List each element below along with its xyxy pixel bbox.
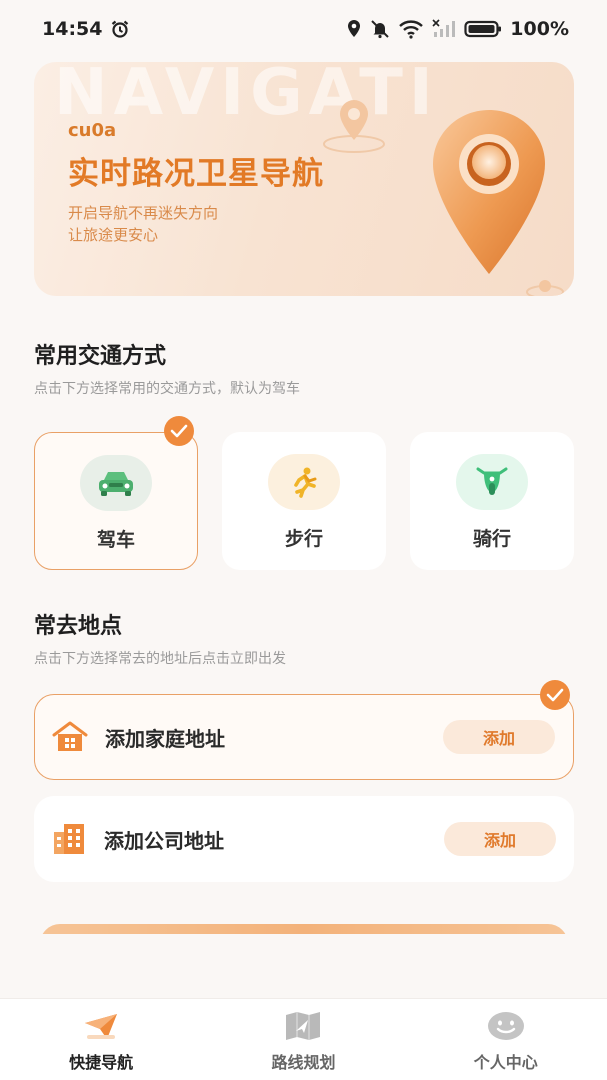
walk-icon-circle xyxy=(268,454,340,510)
tab-label: 个人中心 xyxy=(473,1053,538,1072)
map-route-icon xyxy=(283,1009,323,1043)
smiley-profile-icon xyxy=(486,1009,526,1043)
status-time: 14:54 xyxy=(42,18,103,40)
scooter-icon-circle xyxy=(456,454,528,510)
banner-subtitle: 开启导航不再迷失方向 让旅途更安心 xyxy=(68,202,218,246)
tab-route-planning[interactable]: 路线规划 xyxy=(213,999,393,1073)
transport-mode-drive[interactable]: 驾车 xyxy=(34,432,198,570)
battery-icon xyxy=(464,19,502,39)
transport-mode-label: 骑行 xyxy=(472,528,511,550)
banner-title: 实时路况卫星导航 xyxy=(68,156,324,192)
alarm-icon xyxy=(110,19,130,39)
location-pin-icon xyxy=(433,110,545,274)
transport-section-title: 常用交通方式 xyxy=(34,344,167,369)
address-label: 添加公司地址 xyxy=(104,828,224,853)
wifi-icon xyxy=(398,19,424,39)
banner-subtitle-line2: 让旅途更安心 xyxy=(68,226,159,244)
transport-mode-label: 步行 xyxy=(284,528,323,550)
office-building-icon xyxy=(50,820,88,858)
transport-mode-walk[interactable]: 步行 xyxy=(222,432,386,570)
home-icon xyxy=(51,718,89,756)
location-icon xyxy=(346,19,362,39)
address-row-office[interactable]: 添加公司地址 添加 xyxy=(34,796,574,882)
status-bar: 14:54 100% xyxy=(0,0,607,58)
transport-mode-label: 驾车 xyxy=(96,529,135,551)
status-bar-right: 100% xyxy=(346,18,569,40)
battery-level: 100% xyxy=(510,18,569,40)
transport-mode-ride[interactable]: 骑行 xyxy=(410,432,574,570)
places-section-title: 常去地点 xyxy=(34,614,123,639)
signal-icon xyxy=(432,19,456,39)
promo-banner[interactable]: NAVIGATI cu0a 实时路况卫星导航 开启导航不再迷失方向 让旅途更安心 xyxy=(34,62,574,296)
address-row-home[interactable]: 添加家庭地址 添加 xyxy=(34,694,574,780)
car-icon xyxy=(99,472,133,496)
tiny-pin-icon xyxy=(526,280,564,296)
transport-section-description: 点击下方选择常用的交通方式，默认为驾车 xyxy=(34,381,300,397)
walk-icon xyxy=(294,467,317,498)
car-icon-circle xyxy=(80,455,152,511)
banner-brand: cu0a xyxy=(68,120,117,141)
home-selected-check-icon xyxy=(540,680,570,710)
add-home-address-button[interactable]: 添加 xyxy=(443,720,555,754)
start-navigation-button[interactable] xyxy=(40,924,568,934)
status-bar-left: 14:54 xyxy=(42,18,130,40)
small-pin-icon xyxy=(323,100,385,153)
add-office-address-button[interactable]: 添加 xyxy=(444,822,556,856)
tab-personal-center[interactable]: 个人中心 xyxy=(416,999,596,1073)
tab-quick-navigation[interactable]: 快捷导航 xyxy=(11,999,191,1073)
bottom-tab-bar: 快捷导航 路线规划 个人中心 xyxy=(0,998,607,1080)
mute-icon xyxy=(370,19,390,39)
tab-label: 路线规划 xyxy=(271,1053,336,1072)
places-section-description: 点击下方选择常去的地址后点击立即出发 xyxy=(34,651,286,667)
navigation-arrow-icon xyxy=(81,1009,121,1043)
app-screen: 14:54 100% NAVIGATI cu0a 实时路况卫星导航 开启导航不再… xyxy=(0,0,607,1080)
drive-selected-check-icon xyxy=(164,416,194,446)
tab-label: 快捷导航 xyxy=(69,1053,134,1072)
address-label: 添加家庭地址 xyxy=(105,726,225,751)
scooter-icon xyxy=(476,467,508,495)
banner-subtitle-line1: 开启导航不再迷失方向 xyxy=(68,204,219,222)
